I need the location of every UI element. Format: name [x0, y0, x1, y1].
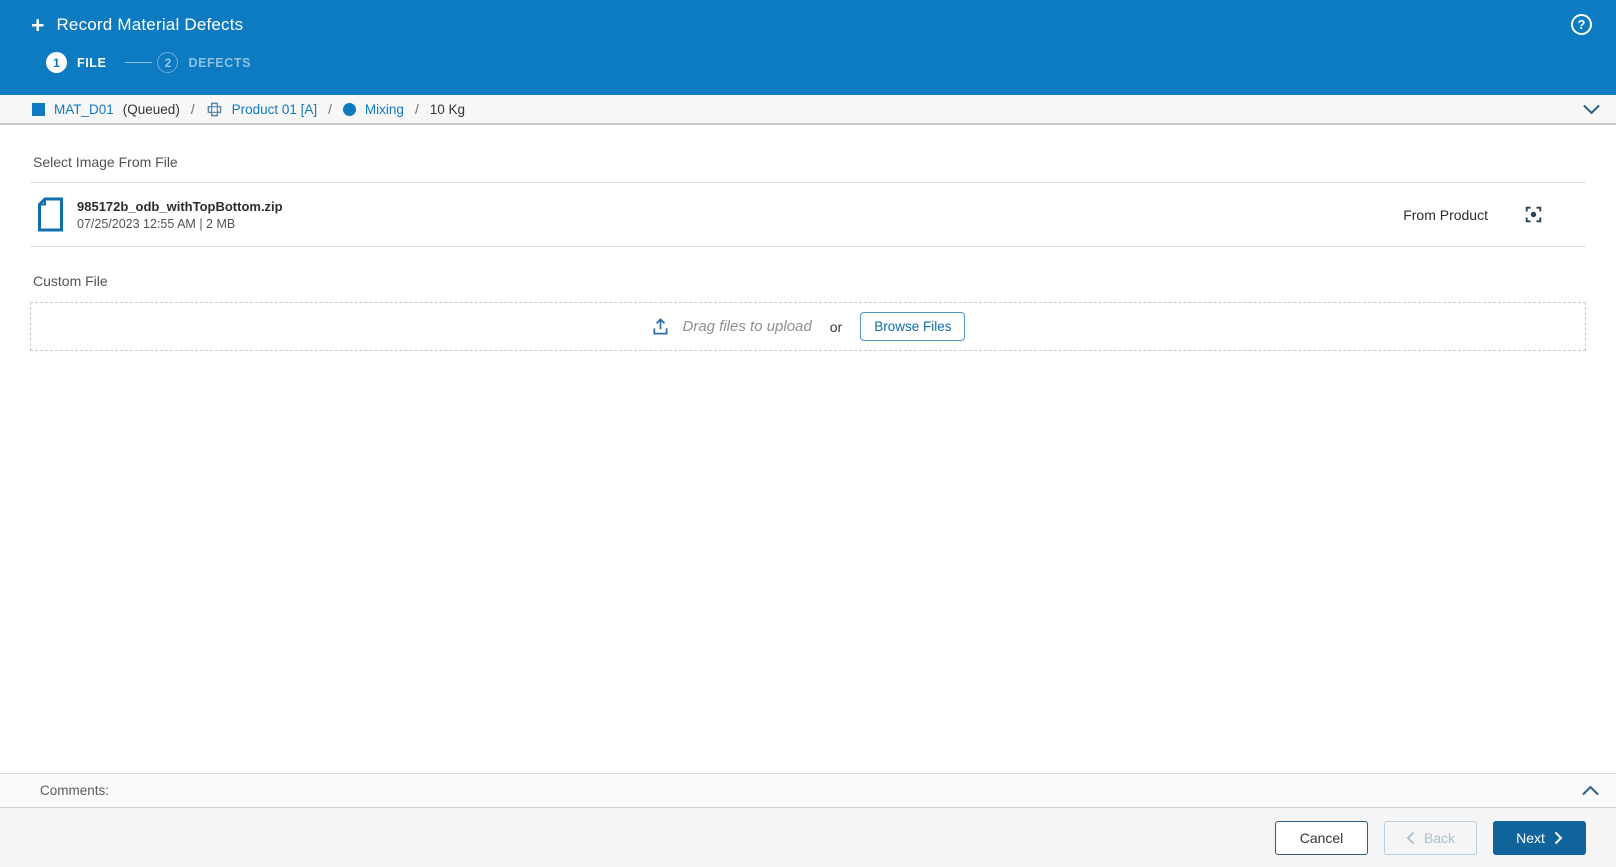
step-defects-number: 2 [157, 52, 179, 73]
comments-expand-chevron-up-icon[interactable] [1581, 784, 1600, 797]
record-material-defects-dialog: + Record Material Defects ? 1 FILE 2 DEF… [0, 0, 1616, 867]
cancel-label: Cancel [1299, 829, 1344, 846]
breadcrumb: MAT_D01 (Queued) / Product 01 [A] / Mixi… [0, 95, 1616, 125]
breadcrumb-collapse-chevron-down-icon[interactable] [1582, 103, 1601, 116]
breadcrumb-quantity: 10 Kg [429, 101, 465, 117]
breadcrumb-separator: / [328, 101, 332, 117]
step-connector [125, 62, 153, 63]
plus-icon: + [31, 11, 45, 38]
cancel-button[interactable]: Cancel [1275, 820, 1368, 855]
step-file-label: FILE [77, 55, 107, 70]
file-dropzone[interactable]: Drag files to upload or Browse Files [30, 302, 1586, 351]
back-label: Back [1423, 829, 1456, 846]
material-square-icon [32, 102, 45, 116]
custom-file-heading: Custom File [33, 273, 108, 289]
help-glyph: ? [1577, 17, 1586, 32]
chevron-left-icon [1406, 831, 1415, 845]
or-label: or [829, 318, 843, 335]
main-content: Select Image From File 985172b_odb_withT… [0, 125, 1616, 773]
browse-files-button[interactable]: Browse Files [860, 312, 966, 341]
breadcrumb-separator: / [190, 101, 195, 117]
step-file[interactable]: 1 FILE [46, 52, 106, 73]
upload-icon [651, 317, 670, 336]
file-source-label: From Product [1403, 206, 1488, 223]
breadcrumb-separator: / [414, 101, 419, 117]
breadcrumb-status: (Queued) [122, 101, 180, 117]
chevron-right-icon [1554, 831, 1563, 845]
dialog-header: + Record Material Defects ? 1 FILE 2 DEF… [0, 0, 1616, 95]
operation-dot-icon [342, 102, 356, 116]
next-button[interactable]: Next [1493, 820, 1586, 855]
step-defects[interactable]: 2 DEFECTS [157, 52, 251, 73]
file-document-icon [37, 197, 64, 232]
file-list-item[interactable]: 985172b_odb_withTopBottom.zip 07/25/2023… [30, 183, 1586, 246]
back-button[interactable]: Back [1384, 820, 1477, 855]
comments-bar: Comments: [0, 773, 1616, 808]
page-title: Record Material Defects [56, 14, 244, 34]
footer-actions: Cancel Back Next [0, 808, 1616, 867]
next-label: Next [1516, 829, 1545, 846]
help-icon[interactable]: ? [1571, 14, 1592, 35]
drag-files-label: Drag files to upload [682, 318, 812, 335]
step-defects-label: DEFECTS [188, 55, 252, 70]
breadcrumb-material[interactable]: MAT_D01 [54, 102, 114, 117]
step-indicator: 1 FILE 2 DEFECTS [46, 52, 1616, 73]
product-panel-icon [206, 101, 223, 118]
file-meta: 07/25/2023 12:55 AM | 2 MB [77, 216, 236, 231]
comments-label: Comments: [40, 783, 110, 798]
file-name: 985172b_odb_withTopBottom.zip [77, 198, 283, 214]
divider [30, 246, 1586, 247]
breadcrumb-product[interactable]: Product 01 [A] [232, 102, 318, 117]
breadcrumb-operation[interactable]: Mixing [365, 102, 404, 117]
preview-scan-icon[interactable] [1525, 206, 1542, 223]
select-image-heading: Select Image From File [33, 154, 178, 170]
step-file-number: 1 [46, 52, 67, 73]
